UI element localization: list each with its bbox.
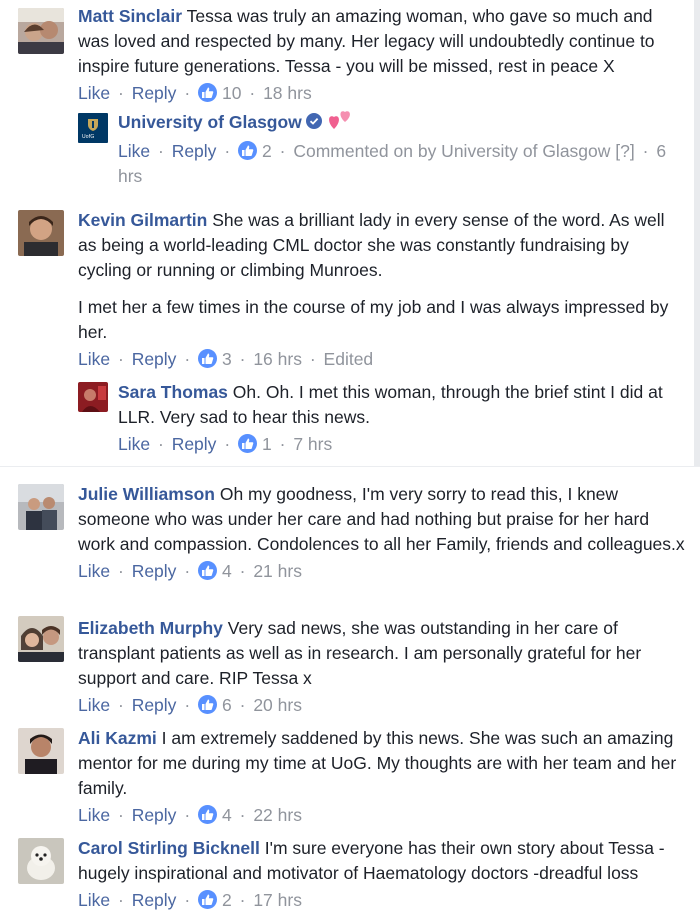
like-count: 1: [262, 434, 272, 454]
reply-actions: Like · Reply · 1 · 7 hrs: [118, 434, 333, 454]
avatar[interactable]: [78, 382, 108, 412]
author-name-link[interactable]: Matt Sinclair: [78, 6, 182, 26]
reply-actions: Like · Reply · 2 · Commented on by Unive…: [118, 141, 667, 186]
like-thumb-icon[interactable]: [198, 83, 218, 102]
verified-badge-icon: [305, 113, 322, 129]
author-name-link[interactable]: Sara Thomas: [118, 382, 228, 402]
timestamp[interactable]: 21 hrs: [253, 561, 302, 581]
timestamp[interactable]: 7 hrs: [293, 434, 332, 454]
like-link[interactable]: Like: [118, 141, 150, 161]
reply-link[interactable]: Reply: [132, 83, 177, 103]
like-count: 2: [222, 890, 232, 910]
help-link[interactable]: [?]: [615, 141, 634, 161]
reply-link[interactable]: Reply: [172, 141, 217, 161]
like-count: 10: [222, 83, 242, 103]
reply-link[interactable]: Reply: [132, 805, 177, 825]
author-name-link[interactable]: University of Glasgow: [118, 112, 302, 132]
like-link[interactable]: Like: [78, 83, 110, 103]
comment-text: Elizabeth Murphy Very sad news, she was …: [78, 616, 686, 691]
like-count: 6: [222, 695, 232, 715]
like-link[interactable]: Like: [78, 890, 110, 910]
like-thumb-icon[interactable]: [198, 561, 218, 580]
comment-actions: Like · Reply · 4 · 22 hrs: [78, 805, 302, 825]
reply-link[interactable]: Reply: [132, 695, 177, 715]
avatar[interactable]: [18, 838, 64, 884]
like-thumb-icon[interactable]: [198, 805, 218, 824]
comment-text-paragraph-2: I met her a few times in the course of m…: [78, 297, 669, 342]
avatar[interactable]: [18, 484, 64, 530]
comment-actions: Like · Reply · 6 · 20 hrs: [78, 695, 302, 715]
avatar[interactable]: [18, 728, 64, 774]
comment-actions: Like · Reply · 4 · 21 hrs: [78, 561, 302, 581]
comment-actions: Like · Reply · 2 · 17 hrs: [78, 890, 302, 910]
reply-link[interactable]: Reply: [132, 561, 177, 581]
like-thumb-icon[interactable]: [238, 434, 258, 453]
edited-label[interactable]: Edited: [324, 349, 374, 369]
right-edge-shade: [694, 0, 700, 466]
comment-text: Ali Kazmi I am extremely saddened by thi…: [78, 726, 686, 801]
timestamp[interactable]: 16 hrs: [253, 349, 302, 369]
reply-link[interactable]: Reply: [172, 434, 217, 454]
comment-message: I am extremely saddened by this news. Sh…: [78, 728, 677, 798]
comment-text: Kevin Gilmartin She was a brilliant lady…: [78, 208, 686, 283]
timestamp[interactable]: 20 hrs: [253, 695, 302, 715]
like-count: 4: [222, 561, 232, 581]
author-name-link[interactable]: Carol Stirling Bicknell: [78, 838, 260, 858]
hearts-emoji-icon: [328, 108, 354, 137]
like-link[interactable]: Like: [78, 561, 110, 581]
author-name-link[interactable]: Julie Williamson: [78, 484, 215, 504]
timestamp[interactable]: 17 hrs: [253, 890, 302, 910]
reply-text: Sara Thomas Oh. Oh. I met this woman, th…: [118, 380, 686, 430]
comment-text: Matt Sinclair Tessa was truly an amazing…: [78, 4, 686, 79]
like-thumb-icon[interactable]: [198, 890, 218, 909]
author-name-link[interactable]: Kevin Gilmartin: [78, 210, 207, 230]
avatar[interactable]: [18, 210, 64, 256]
comment-actions: Like · Reply · 10 · 18 hrs: [78, 83, 312, 103]
like-link[interactable]: Like: [78, 695, 110, 715]
comment-text: Carol Stirling Bicknell I'm sure everyon…: [78, 836, 686, 886]
like-link[interactable]: Like: [78, 805, 110, 825]
commented-by-note: Commented on by University of Glasgow: [293, 141, 611, 161]
author-name-link[interactable]: Ali Kazmi: [78, 728, 157, 748]
like-link[interactable]: Like: [78, 349, 110, 369]
timestamp[interactable]: 18 hrs: [263, 83, 312, 103]
like-count: 2: [262, 141, 272, 161]
reply-text: University of Glasgow: [118, 108, 686, 137]
like-thumb-icon[interactable]: [198, 349, 218, 368]
section-divider: [0, 466, 700, 475]
author-name-link[interactable]: Elizabeth Murphy: [78, 618, 223, 638]
timestamp[interactable]: 22 hrs: [253, 805, 302, 825]
university-logo-icon[interactable]: UofG: [78, 113, 108, 143]
avatar[interactable]: [18, 8, 64, 54]
like-link[interactable]: Like: [118, 434, 150, 454]
reply-link[interactable]: Reply: [132, 349, 177, 369]
avatar[interactable]: [18, 616, 64, 662]
like-count: 4: [222, 805, 232, 825]
comment-text: Julie Williamson Oh my goodness, I'm ver…: [78, 482, 686, 557]
comment-actions: Like · Reply · 3 · 16 hrs · Edited: [78, 349, 374, 369]
like-thumb-icon[interactable]: [198, 695, 218, 714]
like-count: 3: [222, 349, 232, 369]
reply-link[interactable]: Reply: [132, 890, 177, 910]
like-thumb-icon[interactable]: [238, 141, 258, 160]
